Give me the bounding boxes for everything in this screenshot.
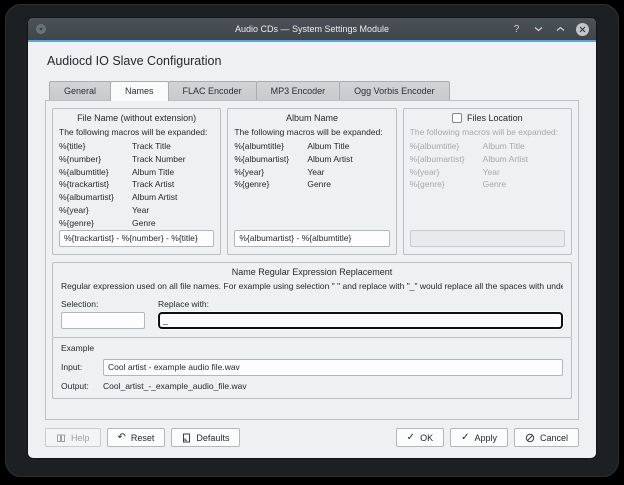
macro-row: %{albumartist}Album Artist [59, 191, 214, 204]
regex-group-title: Name Regular Expression Replacement [61, 267, 563, 277]
album-name-pattern-input[interactable] [234, 230, 389, 247]
macro-row: %{albumtitle}Album Title [59, 166, 214, 179]
files-location-intro: The following macros will be expanded: [410, 127, 565, 137]
help-book-icon [56, 433, 66, 443]
tabbar: General Names FLAC Encoder MP3 Encoder O… [49, 81, 579, 100]
album-name-intro: The following macros will be expanded: [234, 127, 389, 137]
macro-row: %{genre}Genre [59, 217, 214, 230]
example-output-value: Cool_artist_-_example_audio_file.wav [103, 381, 247, 391]
app-cd-icon [35, 23, 47, 35]
example-input-field[interactable] [103, 359, 563, 376]
defaults-button[interactable]: Defaults [171, 428, 240, 447]
macro-row: %{albumtitle}Album Title [234, 140, 389, 153]
check-icon: ✓ [461, 433, 469, 443]
files-location-pattern-input[interactable] [410, 230, 565, 247]
cancel-button[interactable]: Cancel [514, 428, 579, 447]
dialog-button-row: Help ↶ Reset Defaults ✓ OK ✓ Apply [45, 420, 579, 447]
regex-description: Regular expression used on all file name… [61, 281, 563, 291]
apply-button[interactable]: ✓ Apply [450, 428, 508, 447]
document-revert-icon [182, 433, 191, 443]
maximize-icon[interactable] [554, 23, 567, 36]
example-title: Example [61, 343, 563, 353]
selection-label: Selection: [61, 299, 145, 309]
file-name-group-title: File Name (without extension) [59, 113, 214, 123]
file-name-pattern-input[interactable] [59, 230, 214, 247]
macro-row: %{albumtitle}Album Title [410, 140, 565, 153]
tab-mp3-encoder[interactable]: MP3 Encoder [256, 81, 341, 100]
macro-row: %{year}Year [234, 166, 389, 179]
macro-row: %{trackartist}Track Artist [59, 178, 214, 191]
circle-slash-icon [525, 433, 535, 443]
tab-general[interactable]: General [49, 81, 111, 100]
macro-row: %{genre}Genre [410, 178, 565, 191]
minimize-icon[interactable] [532, 23, 545, 36]
replace-with-label: Replace with: [158, 299, 563, 309]
album-name-group-title: Album Name [234, 113, 389, 123]
macro-row: %{number}Track Number [59, 153, 214, 166]
macro-row: %{albumartist}Album Artist [234, 153, 389, 166]
example-output-label: Output: [61, 381, 103, 391]
macro-groups-row: File Name (without extension) The follow… [52, 108, 572, 255]
file-name-group: File Name (without extension) The follow… [52, 108, 221, 255]
tab-flac-encoder[interactable]: FLAC Encoder [168, 81, 257, 100]
names-tab-pane: File Name (without extension) The follow… [45, 100, 579, 420]
tab-ogg-vorbis-encoder[interactable]: Ogg Vorbis Encoder [339, 81, 450, 100]
file-name-intro: The following macros will be expanded: [59, 127, 214, 137]
titlebar[interactable]: Audio CDs — System Settings Module ? [28, 18, 596, 40]
ok-button[interactable]: ✓ OK [396, 428, 444, 447]
settings-window: Audio CDs — System Settings Module ? Aud… [28, 18, 596, 458]
macro-row: %{year}Year [59, 204, 214, 217]
close-icon[interactable] [576, 23, 589, 36]
module-content: Audiocd IO Slave Configuration General N… [28, 42, 596, 458]
macro-row: %{genre}Genre [234, 178, 389, 191]
macro-row: %{year}Year [410, 166, 565, 179]
undo-arrow-icon: ↶ [118, 433, 126, 443]
example-group: Example Input: Output: Cool_artist_-_exa… [52, 338, 572, 399]
replace-with-input[interactable] [158, 312, 563, 329]
tab-names[interactable]: Names [110, 81, 169, 101]
macro-row: %{albumartist}Album Artist [410, 153, 565, 166]
page-title: Audiocd IO Slave Configuration [47, 54, 579, 68]
selection-input[interactable] [61, 312, 145, 329]
files-location-group: Files Location The following macros will… [403, 108, 572, 255]
reset-button[interactable]: ↶ Reset [107, 428, 166, 447]
files-location-group-title: Files Location [467, 113, 523, 123]
album-name-group: Album Name The following macros will be … [227, 108, 396, 255]
macro-row: %{title}Track Title [59, 140, 214, 153]
help-button[interactable]: Help [45, 428, 101, 447]
titlebar-help-button[interactable]: ? [510, 23, 523, 36]
check-icon: ✓ [407, 433, 415, 443]
regex-replacement-group: Name Regular Expression Replacement Regu… [52, 262, 572, 338]
files-location-checkbox[interactable] [452, 113, 462, 123]
example-input-label: Input: [61, 362, 103, 372]
